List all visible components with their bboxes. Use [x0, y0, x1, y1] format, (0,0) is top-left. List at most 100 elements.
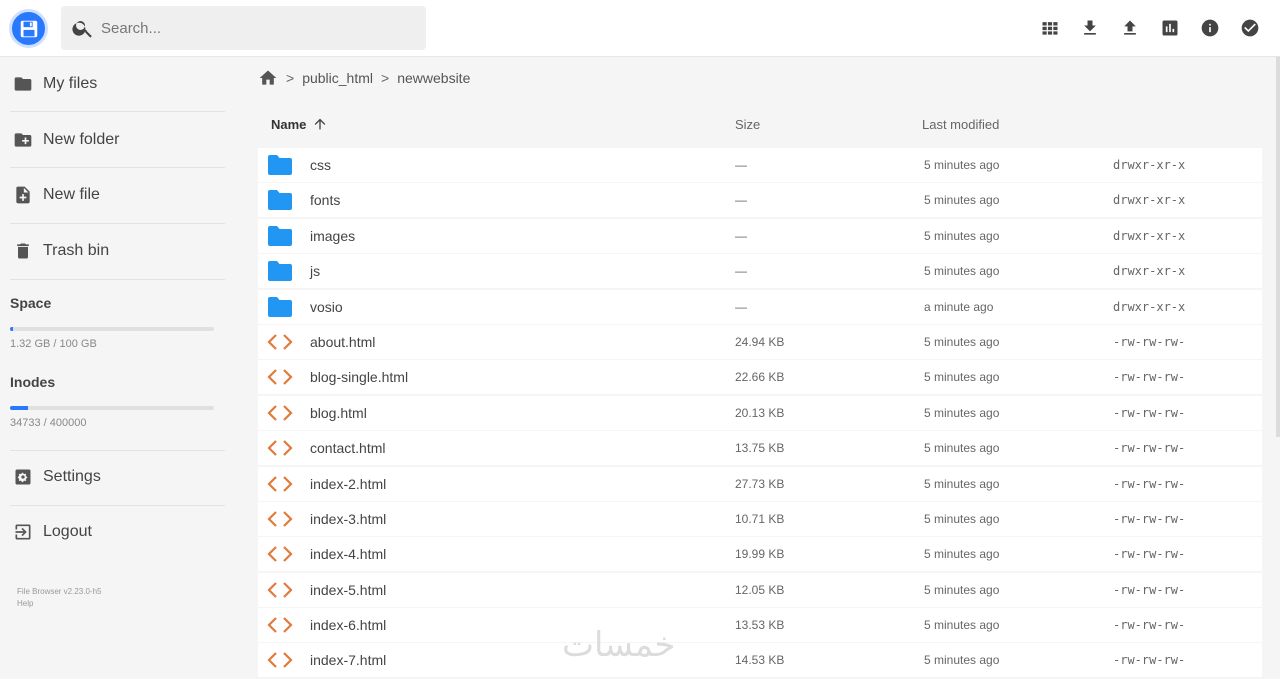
sidebar-item-label: My files [43, 75, 98, 92]
sidebar-item-label: Settings [43, 468, 101, 485]
file-modified: 5 minutes ago [924, 547, 1000, 562]
code-icon [267, 330, 293, 354]
file-name: index-5.html [310, 581, 387, 598]
table-row[interactable]: images — 5 minutes ago drwxr-xr-x [258, 218, 1262, 253]
divider [10, 279, 225, 280]
table-row[interactable]: index-7.html 14.53 KB 5 minutes ago -rw-rw-… [258, 643, 1262, 678]
table-row[interactable]: fonts — 5 minutes ago drwxr-xr-x [258, 183, 1262, 218]
version-text[interactable]: File Browser v2.23.0-h5 [17, 586, 101, 598]
column-header-size[interactable]: Size [735, 113, 760, 135]
file-name: fonts [310, 192, 341, 209]
breadcrumb-item-public-html[interactable]: public_html [302, 70, 373, 86]
inodes-progress-fill [10, 406, 28, 410]
code-icon [267, 648, 293, 672]
inodes-usage-text: 34733 / 400000 [10, 417, 87, 429]
file-permissions: drwxr-xr-x [1113, 158, 1186, 172]
sidebar-item-settings[interactable]: Settings [0, 455, 230, 499]
file-modified: 5 minutes ago [924, 334, 1000, 349]
breadcrumb-separator: > [381, 70, 390, 86]
download-icon[interactable] [1078, 14, 1102, 42]
table-row[interactable]: js — 5 minutes ago drwxr-xr-x [258, 254, 1262, 289]
table-row[interactable]: about.html 24.94 KB 5 minutes ago -rw-rw-rw… [258, 324, 1262, 359]
sidebar-item-trash-bin[interactable]: Trash bin [0, 229, 230, 273]
file-modified: 5 minutes ago [924, 264, 1000, 279]
divider [10, 223, 225, 224]
note-add-icon [12, 184, 34, 206]
file-permissions: -rw-rw-rw- [1113, 334, 1186, 349]
search-box[interactable] [61, 6, 426, 50]
file-size: 20.13 KB [735, 405, 785, 420]
search-icon [72, 21, 92, 38]
check-circle-icon[interactable] [1238, 14, 1262, 42]
table-row[interactable]: index-6.html 13.53 KB 5 minutes ago -rw-rw-… [258, 608, 1262, 643]
file-permissions: -rw-rw-rw- [1113, 653, 1186, 668]
table-row[interactable]: blog-single.html 22.66 KB 5 minutes ago -rw… [258, 360, 1262, 395]
file-size: 19.99 KB [735, 547, 785, 562]
file-size: 24.94 KB [735, 334, 785, 349]
table-row[interactable]: index-5.html 12.05 KB 5 minutes ago -rw-rw-… [258, 572, 1262, 607]
app-logo-icon[interactable] [9, 9, 48, 48]
table-row[interactable]: index-3.html 10.71 KB 5 minutes ago -rw-rw-… [258, 501, 1262, 536]
code-icon [267, 542, 293, 566]
sidebar-item-new-file[interactable]: New file [0, 173, 230, 217]
sidebar-item-label: Trash bin [43, 242, 110, 259]
file-name: blog-single.html [310, 369, 409, 386]
space-progress-bar [10, 327, 214, 331]
divider [10, 111, 225, 112]
breadcrumb-item-newwebsite[interactable]: newwebsite [397, 70, 470, 86]
file-modified: 5 minutes ago [924, 653, 1000, 668]
table-row[interactable]: index-2.html 27.73 KB 5 minutes ago -rw-rw-… [258, 466, 1262, 501]
search-input[interactable] [101, 19, 401, 37]
insert-chart-icon[interactable] [1158, 14, 1182, 42]
scrollbar[interactable] [1276, 57, 1280, 437]
table-row[interactable]: vosio — a minute ago drwxr-xr-x [258, 289, 1262, 324]
toolbar [1038, 14, 1262, 42]
file-name: vosio [310, 298, 343, 315]
table-row[interactable]: index-4.html 19.99 KB 5 minutes ago -rw-rw-… [258, 537, 1262, 572]
code-icon [267, 401, 293, 425]
file-modified: 5 minutes ago [924, 193, 1000, 208]
sidebar-item-new-folder[interactable]: New folder [0, 118, 230, 162]
sidebar-item-logout[interactable]: Logout [0, 510, 230, 554]
file-permissions: drwxr-xr-x [1113, 228, 1186, 243]
file-size: 22.66 KB [735, 370, 785, 385]
trash-icon [12, 240, 34, 262]
code-icon [267, 507, 293, 531]
file-size: — [735, 193, 747, 208]
file-size: 27.73 KB [735, 476, 785, 491]
column-header-name[interactable]: Name [271, 113, 328, 135]
sidebar: My files New folder New file Trash bin S… [0, 57, 230, 676]
file-name: index-7.html [310, 652, 387, 669]
logout-icon [12, 521, 34, 543]
file-permissions: drwxr-xr-x [1113, 299, 1186, 314]
credits: File Browser v2.23.0-h5 Help [17, 586, 101, 610]
file-permissions: -rw-rw-rw- [1113, 476, 1186, 491]
help-link[interactable]: Help [17, 598, 101, 610]
info-icon[interactable] [1198, 14, 1222, 42]
file-modified: 5 minutes ago [924, 158, 1000, 172]
file-list: css — 5 minutes ago drwxr-xr-x fonts — 5 minut… [258, 148, 1262, 679]
file-size: — [735, 299, 747, 314]
upload-icon[interactable] [1118, 14, 1142, 42]
sidebar-item-label: New folder [43, 131, 120, 148]
breadcrumb: > public_html > newwebsite [258, 66, 470, 90]
column-header-modified[interactable]: Last modified [922, 113, 999, 135]
table-row[interactable]: css — 5 minutes ago drwxr-xr-x [258, 148, 1262, 182]
file-name: contact.html [310, 440, 386, 457]
space-usage-text: 1.32 GB / 100 GB [10, 338, 97, 350]
folder-icon [12, 73, 34, 95]
sidebar-item-my-files[interactable]: My files [0, 62, 230, 106]
table-row[interactable]: blog.html 20.13 KB 5 minutes ago -rw-rw-rw- [258, 395, 1262, 430]
sidebar-item-label: Logout [43, 523, 92, 540]
code-icon [267, 436, 293, 460]
file-name: index-2.html [310, 475, 387, 492]
home-icon[interactable] [258, 68, 278, 88]
grid-view-icon[interactable] [1038, 14, 1062, 42]
file-permissions: -rw-rw-rw- [1113, 441, 1186, 456]
table-row[interactable]: contact.html 13.75 KB 5 minutes ago -rw-rw-… [258, 431, 1262, 466]
file-modified: 5 minutes ago [924, 476, 1000, 491]
settings-icon [12, 466, 34, 488]
file-permissions: -rw-rw-rw- [1113, 582, 1186, 597]
file-modified: 5 minutes ago [924, 228, 1000, 243]
folder-icon [267, 224, 293, 248]
